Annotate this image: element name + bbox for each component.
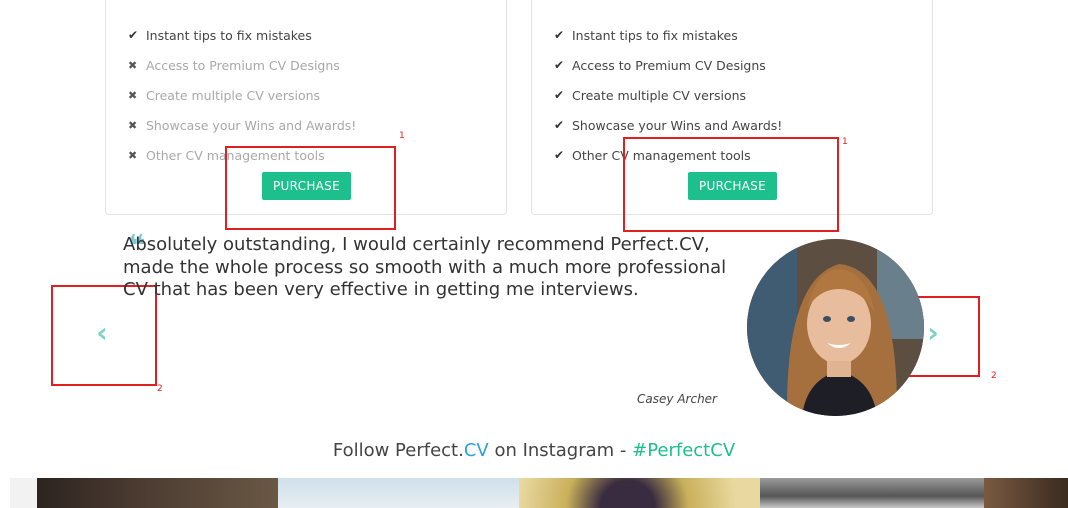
- annotation-label: 1: [842, 137, 848, 147]
- annotation-box-purchase-left: [225, 146, 396, 230]
- check-icon: ✔: [554, 118, 565, 132]
- feature-item: ✔ Showcase your Wins and Awards!: [554, 117, 783, 133]
- instagram-photo[interactable]: [760, 478, 984, 508]
- annotation-label: 1: [399, 131, 405, 141]
- instagram-heading-middle: on Instagram -: [488, 440, 633, 461]
- annotation-label: 2: [157, 384, 163, 394]
- instagram-photo[interactable]: [519, 478, 760, 508]
- instagram-heading-prefix: Follow Perfect.: [332, 440, 464, 461]
- cross-icon: ✖: [128, 88, 138, 102]
- check-icon: ✔: [554, 28, 565, 42]
- feature-item: ✔ Instant tips to fix mistakes: [554, 27, 738, 43]
- instagram-heading: Follow Perfect.CV on Instagram - #Perfec…: [0, 440, 1068, 461]
- chevron-left-icon[interactable]: ‹: [92, 318, 112, 348]
- testimonial-quote: Absolutely outstanding, I would certainl…: [123, 234, 727, 300]
- cross-icon: ✖: [128, 148, 138, 162]
- instagram-photo[interactable]: [984, 478, 1068, 508]
- testimonial-author: Casey Archer: [637, 392, 717, 406]
- instagram-photo[interactable]: [37, 478, 278, 508]
- annotation-label: 2: [991, 371, 997, 381]
- cross-icon: ✖: [128, 58, 138, 72]
- check-icon: ✔: [128, 28, 139, 42]
- cross-icon: ✖: [128, 118, 138, 132]
- instagram-heading-brand: CV: [463, 440, 489, 461]
- feature-item: ✖ Showcase your Wins and Awards!: [128, 117, 357, 133]
- feature-item: ✖ Access to Premium CV Designs: [128, 57, 340, 73]
- check-icon: ✔: [554, 88, 565, 102]
- check-icon: ✔: [554, 148, 565, 162]
- annotation-box-purchase-right: [623, 137, 839, 232]
- chevron-right-icon[interactable]: ›: [923, 318, 943, 348]
- feature-item: ✖ Create multiple CV versions: [128, 87, 321, 103]
- instagram-photo[interactable]: [278, 478, 519, 508]
- feature-item: ✔ Access to Premium CV Designs: [554, 57, 766, 73]
- instagram-hashtag-link[interactable]: #PerfectCV: [632, 440, 735, 461]
- feature-item: ✔ Create multiple CV versions: [554, 87, 747, 103]
- feature-item: ✔ Instant tips to fix mistakes: [128, 27, 312, 43]
- check-icon: ✔: [554, 58, 565, 72]
- testimonial-avatar: [747, 239, 924, 416]
- avatar-portrait: [747, 239, 924, 416]
- instagram-photo[interactable]: [10, 478, 37, 508]
- instagram-feed: [10, 478, 1068, 508]
